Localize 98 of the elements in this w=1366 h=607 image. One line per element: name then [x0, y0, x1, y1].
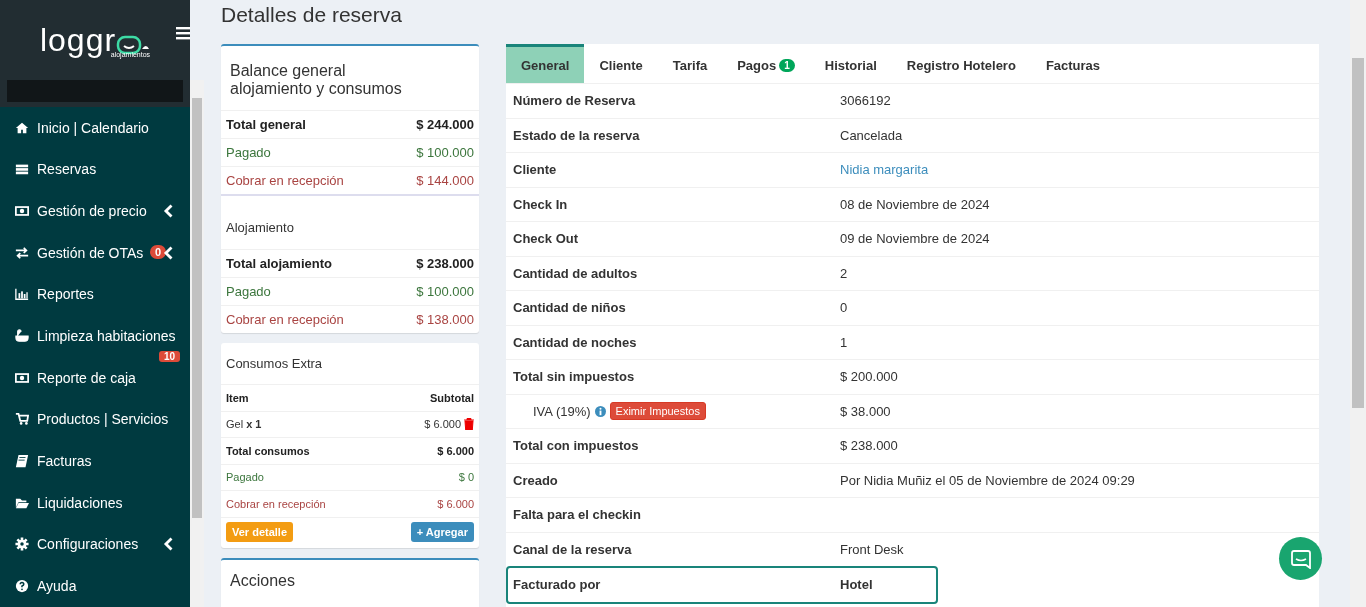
tab[interactable]: General — [506, 44, 585, 83]
sidebar-item[interactable]: Facturas — [0, 446, 190, 477]
info-icon — [594, 405, 606, 417]
field-label: Estado de la reserva — [513, 127, 640, 143]
page-title: Detalles de reserva — [221, 3, 403, 27]
search-field[interactable] — [7, 79, 183, 102]
sidebar-item[interactable]: Configuraciones — [0, 529, 190, 560]
home-icon — [15, 120, 29, 135]
balance-label: Total general — [226, 117, 306, 132]
count-badge: 10 — [159, 351, 181, 363]
balance-label: Cobrar en recepción — [226, 173, 344, 188]
balance-amount: $ 138.000 — [416, 312, 474, 327]
field-value: $ 238.000 — [840, 438, 898, 454]
balance-amount: $ 6.000 — [437, 444, 474, 457]
balance-label: Pagado — [226, 471, 264, 484]
arrows-icon — [15, 245, 29, 260]
field-label: IVA (19%) — [533, 403, 591, 419]
field-label: Creado — [513, 472, 558, 488]
section-title: Alojamiento — [221, 194, 479, 249]
balance-amount: $ 0 — [458, 471, 474, 484]
book-icon — [15, 454, 29, 469]
balance-amount: $ 100.000 — [416, 284, 474, 299]
field-value: 2 — [840, 265, 848, 281]
sidebar-item[interactable]: Reporte de caja — [0, 362, 190, 393]
sidebar-item[interactable]: Ayuda — [0, 571, 190, 602]
field-value: 08 de Noviembre de 2024 — [840, 196, 990, 212]
count-badge: 0 — [150, 244, 167, 259]
balance-label: Pagado — [226, 284, 271, 299]
tab[interactable]: Tarifa — [657, 44, 723, 83]
sidebar-item[interactable]: Limpieza habitaciones — [0, 321, 190, 352]
list-icon — [15, 162, 29, 177]
field-label: Total con impuestos — [513, 438, 639, 454]
balance-label: Cobrar en recepción — [226, 312, 344, 327]
field-value: $ 38.000 — [840, 403, 891, 419]
field-value: $ 200.000 — [840, 369, 898, 385]
balance-amount: $ 144.000 — [416, 173, 474, 188]
client-link[interactable]: Nidia margarita — [840, 162, 929, 178]
sidebar-item[interactable]: Gestión de OTAs 0 — [0, 237, 190, 268]
add-button[interactable]: + Agregar — [410, 521, 474, 542]
tab[interactable]: Facturas — [1030, 44, 1116, 83]
tab[interactable]: Registro Hotelero — [891, 44, 1031, 83]
bathtub-icon — [15, 329, 29, 344]
banknote-icon — [15, 203, 29, 218]
chat-icon — [1290, 548, 1311, 569]
count-badge: 1 — [779, 59, 795, 72]
field-label: Cantidad de niños — [513, 300, 626, 316]
field-label: Cliente — [513, 162, 557, 178]
card-title: Balance general alojamiento y consumos — [229, 61, 403, 99]
trash-icon[interactable] — [464, 418, 474, 431]
field-value: Hotel — [840, 577, 873, 593]
field-label: Check Out — [513, 231, 578, 247]
balance-amount: $ 6.000 — [424, 418, 461, 431]
field-value: Por Nidia Muñiz el 05 de Noviembre de 2024 09:29 — [840, 472, 1135, 488]
sidebar-item[interactable]: Inicio | Calendario — [0, 112, 190, 143]
sidebar-item[interactable]: Productos | Servicios — [0, 404, 190, 435]
exempt-tax-button[interactable]: Eximir Impuestos — [609, 402, 706, 421]
field-label: Cantidad de adultos — [513, 265, 638, 281]
balance-label: Total alojamiento — [226, 256, 332, 271]
field-label: Falta para el checkin — [513, 507, 641, 523]
column-header: Item — [226, 391, 249, 404]
scrollbar[interactable] — [192, 98, 202, 518]
settings-icon — [15, 537, 29, 552]
field-label: Facturado por — [513, 577, 601, 593]
field-value: 0 — [840, 300, 848, 316]
field-label: Check In — [513, 196, 568, 212]
balance-amount: $ 238.000 — [416, 256, 474, 271]
sidebar-item[interactable]: Gestión de precio — [0, 195, 190, 226]
field-label: Número de Reserva — [513, 93, 636, 109]
field-value: 09 de Noviembre de 2024 — [840, 231, 990, 247]
tab[interactable]: Cliente — [584, 44, 658, 83]
sidebar-item[interactable]: Reportes — [0, 279, 190, 310]
tab[interactable]: Pagos 1 — [722, 44, 810, 83]
help-icon — [15, 579, 29, 594]
bar-chart-icon — [15, 287, 29, 302]
field-value: Cancelada — [840, 127, 903, 143]
sidebar-item[interactable]: Reservas — [0, 154, 190, 185]
balance-label: Gel x 1 — [226, 418, 262, 431]
card-title: Consumos Extra — [225, 355, 324, 373]
sidebar-item[interactable]: Liquidaciones — [0, 487, 190, 518]
balance-label: Cobrar en recepción — [226, 497, 326, 510]
tab[interactable]: Historial — [809, 44, 892, 83]
field-value: 1 — [840, 334, 848, 350]
scrollbar[interactable] — [1352, 58, 1364, 408]
field-label: Canal de la reserva — [513, 541, 632, 557]
field-value: Front Desk — [840, 541, 904, 557]
cart-icon — [15, 412, 29, 427]
balance-amount: $ 6.000 — [437, 497, 474, 510]
column-header: Subtotal — [430, 391, 474, 404]
banknote-icon — [15, 370, 29, 385]
balance-amount: $ 244.000 — [416, 117, 474, 132]
balance-amount: $ 100.000 — [416, 145, 474, 160]
balance-label: Total consumos — [226, 444, 310, 457]
menu-icon[interactable] — [176, 26, 190, 40]
field-label: Total sin impuestos — [513, 369, 635, 385]
balance-label: Pagado — [226, 145, 271, 160]
field-label: Cantidad de noches — [513, 334, 637, 350]
card-title: Acciones — [229, 570, 296, 591]
field-value: 3066192 — [840, 93, 891, 109]
